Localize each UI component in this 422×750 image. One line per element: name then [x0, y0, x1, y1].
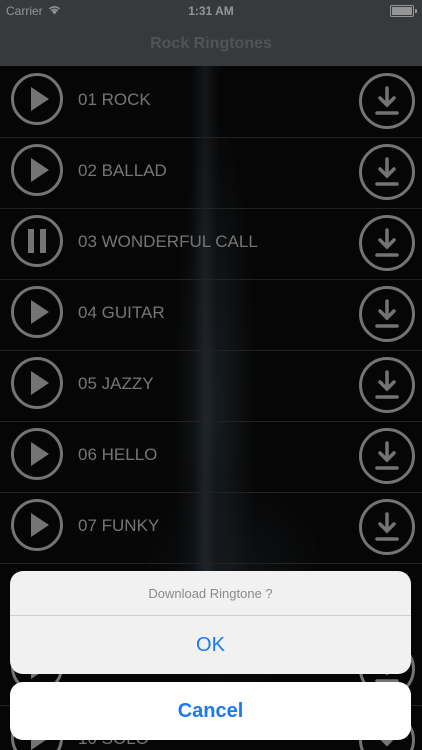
action-sheet: Download Ringtone ? OK	[10, 571, 411, 674]
ok-button[interactable]: OK	[10, 616, 411, 674]
action-sheet-message: Download Ringtone ?	[10, 571, 411, 616]
cancel-button[interactable]: Cancel	[10, 682, 411, 740]
